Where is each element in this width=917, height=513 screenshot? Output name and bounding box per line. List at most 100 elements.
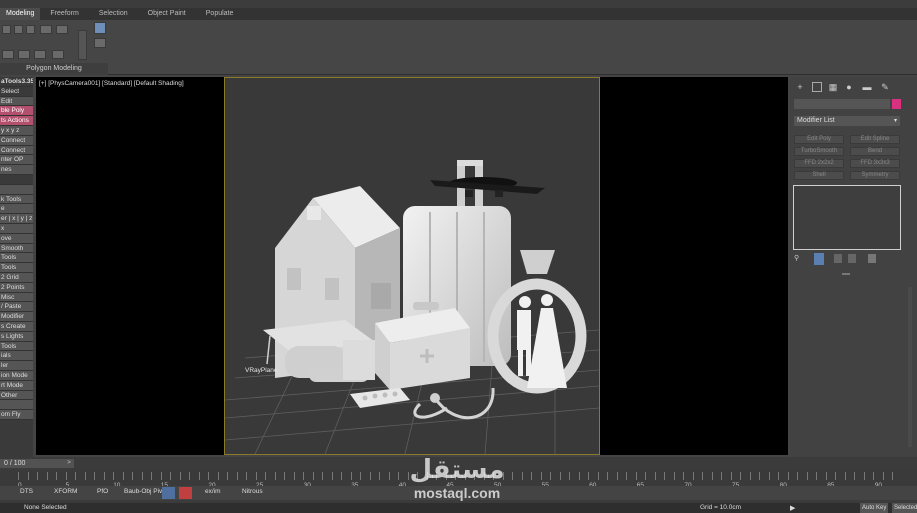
panel-scrollbar[interactable] <box>908 287 912 447</box>
left-panel-item[interactable]: nes <box>0 165 33 175</box>
motion-tab-icon[interactable]: ● <box>844 82 854 92</box>
render-icon[interactable] <box>162 487 175 499</box>
left-panel-item[interactable] <box>0 184 33 195</box>
status-item-5[interactable]: Nitrous <box>242 488 263 495</box>
viewport-label[interactable]: [+] [PhysCamera001] [Standard] [Default … <box>39 80 184 87</box>
modifier-stack[interactable] <box>793 185 901 250</box>
left-panel-item[interactable] <box>0 174 33 185</box>
left-panel-item[interactable]: om Fly <box>0 410 33 420</box>
utilities-tab-icon[interactable]: ✎ <box>880 82 890 92</box>
ribbon-tool-icon[interactable] <box>52 50 64 59</box>
modifier-button-shell[interactable]: Shell <box>794 171 844 180</box>
status-item-2[interactable]: PfO <box>97 488 108 495</box>
ribbon-tool-icon[interactable] <box>94 22 106 34</box>
left-panel-item[interactable]: Select <box>0 87 33 97</box>
auto-key-button[interactable]: Auto Key <box>860 503 889 513</box>
viewport[interactable]: [+] [PhysCamera001] [Standard] [Default … <box>36 77 788 455</box>
ribbon-tool-icon[interactable] <box>18 50 30 59</box>
left-panel-item[interactable]: ler <box>0 361 33 371</box>
status-item-1[interactable]: XFORM <box>54 488 77 495</box>
play-icon[interactable]: ▶ <box>790 504 795 512</box>
object-name-field[interactable] <box>794 99 890 109</box>
status-item-0[interactable]: DTS <box>20 488 33 495</box>
modifier-button-edit-poly[interactable]: Edit Poly <box>794 135 844 144</box>
ribbon-tool-icon[interactable] <box>14 25 23 34</box>
ribbon-tool-icon[interactable] <box>40 25 52 34</box>
timeline-minor-mark <box>350 472 352 480</box>
left-panel-item[interactable]: Edit <box>0 96 33 107</box>
left-panel-item[interactable]: / Paste <box>0 302 33 313</box>
left-panel-item[interactable]: ials <box>0 351 33 362</box>
left-panel-item[interactable]: e <box>0 204 33 215</box>
vray-plane-label: VRayPlane <box>245 367 278 374</box>
ribbon-tool-icon[interactable] <box>2 50 14 59</box>
ribbon-tool-icon[interactable] <box>2 25 11 34</box>
left-panel-item[interactable]: ble Poly <box>0 106 33 117</box>
tab-modeling[interactable]: Modeling <box>0 8 41 20</box>
left-panel-item[interactable]: ion Mode <box>0 370 33 381</box>
timeline-minor-mark <box>816 472 817 480</box>
left-panel-item[interactable]: Modifier <box>0 312 33 322</box>
left-panel-item[interactable]: Connect <box>0 135 33 146</box>
left-panel-item[interactable]: y x y z <box>0 125 33 136</box>
left-panel-item[interactable]: ts Actions <box>0 116 33 126</box>
configure-sets-icon[interactable] <box>868 254 876 263</box>
left-panel-item[interactable]: 2 Points <box>0 282 33 293</box>
left-panel-item[interactable]: er | x | y | z <box>0 214 33 224</box>
status-item-4[interactable]: ex/im <box>205 488 221 495</box>
ribbon-tool-icon[interactable] <box>56 25 68 34</box>
left-panel-item[interactable]: nter OP <box>0 155 33 166</box>
left-panel-item[interactable]: k Tools <box>0 194 33 205</box>
ribbon-tool-icon[interactable] <box>78 30 87 60</box>
next-frame-icon[interactable]: > <box>64 459 74 468</box>
modifier-list-dropdown[interactable]: Modifier List ▾ <box>794 116 900 126</box>
polygon-modeling-label[interactable]: Polygon Modeling <box>0 63 108 75</box>
create-tab-icon[interactable]: + <box>795 82 805 92</box>
ribbon-tool-icon[interactable] <box>94 38 106 48</box>
left-panel-item[interactable]: s Create <box>0 321 33 332</box>
display-tab-icon[interactable]: ▬ <box>862 82 872 92</box>
left-panel-item[interactable]: ove <box>0 233 33 244</box>
status-item-3[interactable]: Baub-Obj Piv <box>124 488 162 495</box>
left-panel-item[interactable]: Tools <box>0 263 33 273</box>
left-panel-item[interactable]: x <box>0 223 33 234</box>
ribbon-tool-icon[interactable] <box>34 50 46 59</box>
ribbon-tool-icon[interactable] <box>26 25 35 34</box>
left-panel-item[interactable]: Connect <box>0 145 33 156</box>
pin-stack-icon[interactable]: ⚲ <box>794 254 802 263</box>
left-panel-item[interactable]: Smooth <box>0 243 33 254</box>
modifier-button-bend[interactable]: Bend <box>850 147 900 156</box>
left-panel-item[interactable]: Misc <box>0 292 33 303</box>
left-panel-item[interactable] <box>0 400 33 411</box>
modifier-button-turbosmooth[interactable]: TurboSmooth <box>794 147 844 156</box>
left-panel-item[interactable]: Tools <box>0 341 33 352</box>
hierarchy-tab-icon[interactable]: ▦ <box>828 82 838 92</box>
modifier-button-edit-spline[interactable]: Edit Spline <box>850 135 900 144</box>
modifier-button-ffd-3x3x3[interactable]: FFD 3x3x3 <box>850 159 900 168</box>
selected-button[interactable]: Selected <box>892 503 917 513</box>
left-panel-item[interactable]: rt Mode <box>0 380 33 391</box>
modifier-button-ffd-2x2x2[interactable]: FFD 2x2x2 <box>794 159 844 168</box>
timeline-minor-mark <box>103 472 105 480</box>
tab-populate[interactable]: Populate <box>196 8 244 20</box>
material-icon[interactable] <box>179 487 192 499</box>
left-panel-item[interactable]: s Lights <box>0 331 33 342</box>
object-color-swatch[interactable] <box>892 99 901 109</box>
tab-freeform[interactable]: Freeform <box>40 8 88 20</box>
timeline-minor-mark <box>854 472 855 480</box>
left-panel-item[interactable]: Tools <box>0 253 33 264</box>
left-panel-item[interactable]: 2 Grid <box>0 272 33 283</box>
modify-tab-icon[interactable] <box>812 82 822 92</box>
timeline-minor-mark <box>37 472 38 480</box>
tab-object-paint[interactable]: Object Paint <box>138 8 196 20</box>
timeline-minor-mark <box>787 472 789 480</box>
show-end-result-icon[interactable] <box>814 253 824 265</box>
left-panel-item[interactable]: Other <box>0 390 33 401</box>
remove-modifier-icon[interactable] <box>848 254 856 263</box>
timeline-minor-mark <box>284 472 285 480</box>
modifier-button-symmetry[interactable]: Symmetry <box>850 171 900 180</box>
tab-selection[interactable]: Selection <box>89 8 138 20</box>
timeline-minor-mark <box>217 472 219 480</box>
make-unique-icon[interactable] <box>834 254 842 263</box>
time-slider[interactable]: 0 / 100 <box>0 459 64 468</box>
